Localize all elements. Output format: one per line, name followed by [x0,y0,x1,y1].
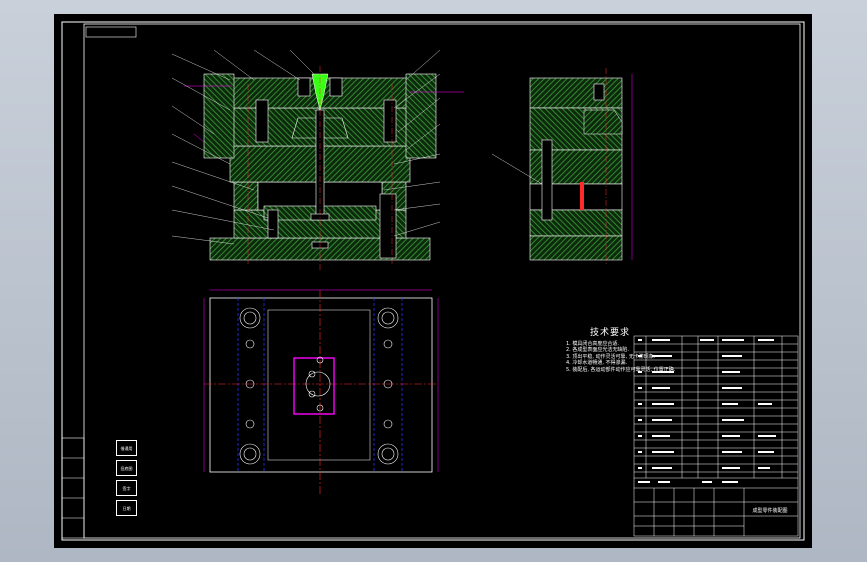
side-section-view [491,68,633,266]
side-boxes [61,437,85,539]
tech-req-title: 技术要求 [590,328,631,338]
plan-view [203,289,439,494]
cad-viewport[interactable]: 成型零件装配图 技术要求 1. 模具闭合高度应合适. 2. 各成型表面应光洁无缺… [54,14,812,548]
side-label: 日期 [116,500,137,516]
mold-assembly-drawing: 成型零件装配图 [61,21,805,541]
front-section-view [171,49,464,270]
inner-frame [83,23,801,539]
title-block-name: 成型零件装配图 [752,507,787,514]
technical-requirements: 技术要求 1. 模具闭合高度应合适. 2. 各成型表面应光洁无缺陷. 3. 顶出… [566,328,676,373]
tech-req-item: 5. 装配后, 各运动部件动作应可靠灵活, 位置正确. [566,366,676,373]
code-box [85,26,137,38]
side-label: 旧底图 [116,460,137,476]
side-label: 签字 [116,480,137,496]
side-label: 借通用 [116,440,137,456]
